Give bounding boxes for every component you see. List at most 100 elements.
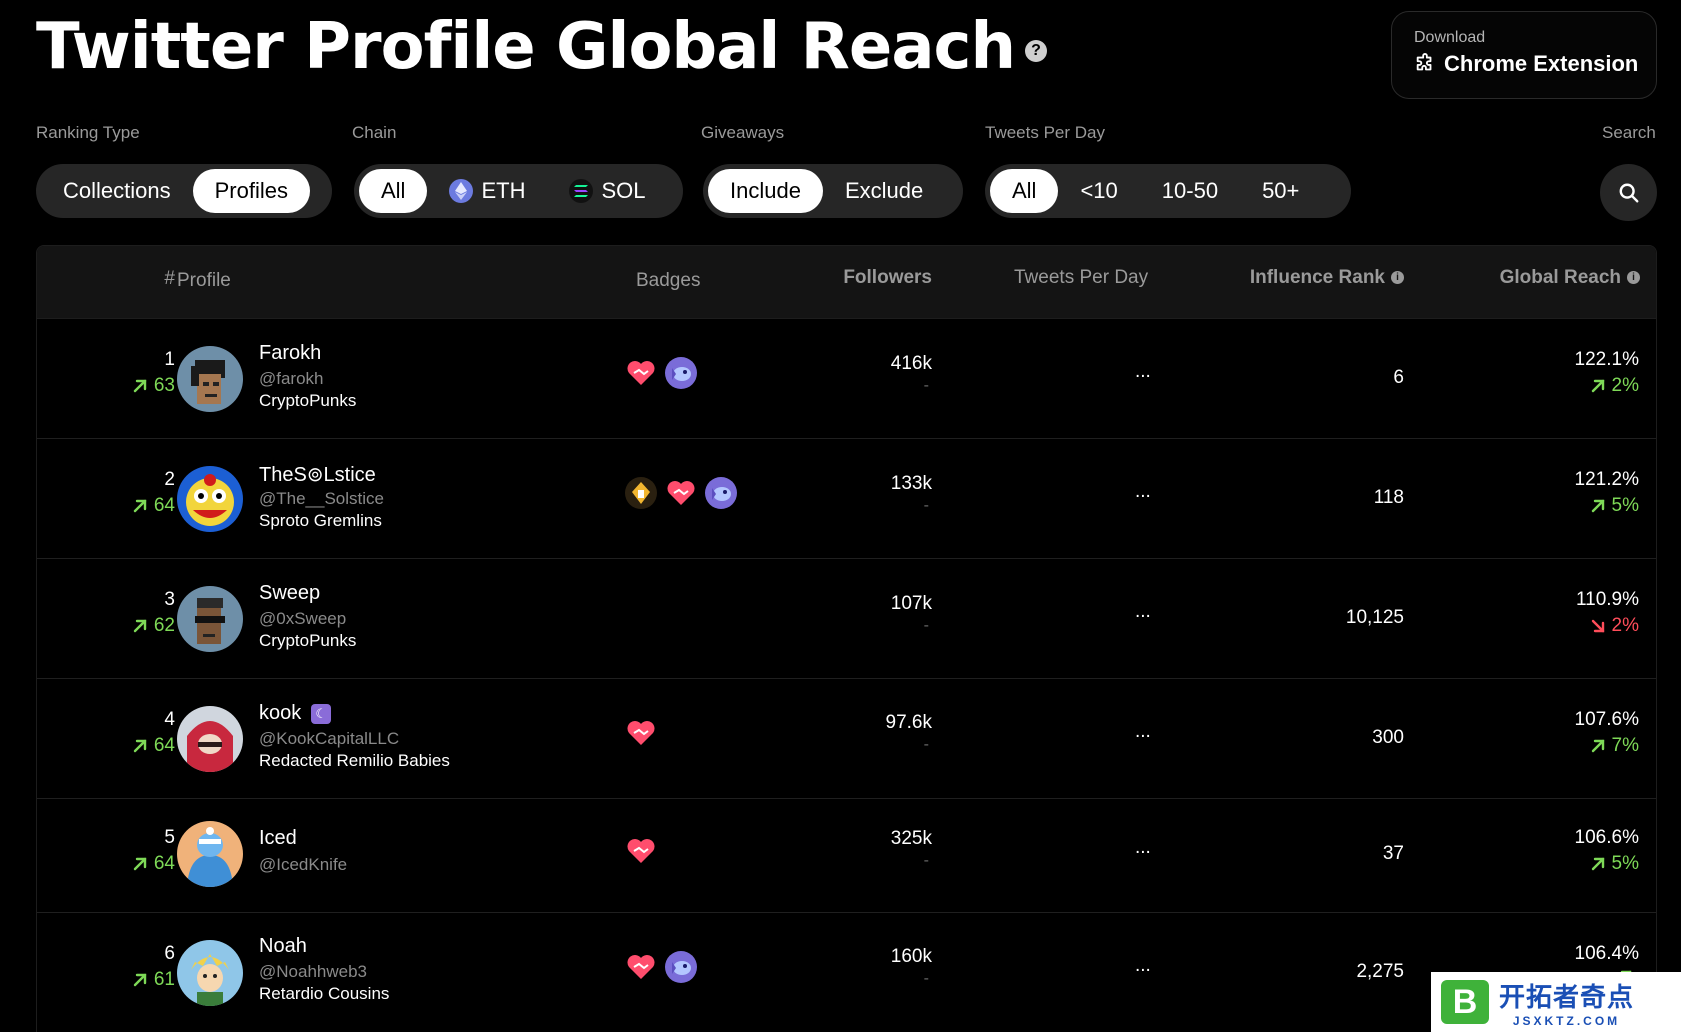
info-icon[interactable]: i	[1627, 271, 1640, 284]
pill-profiles[interactable]: Profiles	[192, 169, 310, 213]
avatar[interactable]	[177, 346, 243, 412]
pill-exclude[interactable]: Exclude	[823, 169, 945, 213]
tweets-per-day-value: ...	[1135, 601, 1151, 622]
profile-collection[interactable]: CryptoPunks	[259, 391, 356, 411]
avatar[interactable]	[177, 466, 243, 532]
followers-count: 416k	[890, 353, 932, 374]
col-badges: Badges	[636, 270, 701, 291]
profile-handle[interactable]: @IcedKnife	[259, 855, 347, 875]
profile-handle[interactable]: @KookCapitalLLC	[259, 729, 399, 749]
pill-tpd-under-10[interactable]: <10	[1058, 169, 1139, 213]
col-tweets-per-day[interactable]: Tweets Per Day	[1014, 267, 1148, 289]
followers-change: -	[923, 617, 929, 634]
avatar[interactable]	[177, 706, 243, 772]
profile-handle[interactable]: @The__Solstice	[259, 489, 384, 509]
ranking-type-label: Ranking Type	[36, 123, 140, 142]
purple-fish-icon[interactable]	[665, 951, 697, 983]
followers-count: 97.6k	[885, 712, 932, 733]
avatar[interactable]	[177, 821, 243, 887]
ethereum-icon	[449, 179, 474, 203]
profile-collection[interactable]: Redacted Remilio Babies	[259, 751, 450, 771]
info-icon[interactable]: i	[1391, 271, 1404, 284]
global-reach-value: 121.2%	[1574, 469, 1639, 490]
profile-handle[interactable]: @Noahhweb3	[259, 962, 367, 982]
profile-name[interactable]: Iced	[259, 827, 297, 850]
chrome-extension-button[interactable]: Download Chrome Extension	[1391, 11, 1657, 99]
arrow-up-right-icon	[133, 619, 147, 633]
extension-download-label: Download	[1414, 29, 1486, 46]
col-rank[interactable]: #	[164, 268, 175, 290]
handshake-heart-icon[interactable]	[625, 951, 657, 983]
global-reach-delta: 2%	[1590, 615, 1639, 637]
rank-delta: 64	[132, 735, 175, 757]
profile-handle[interactable]: @0xSweep	[259, 609, 346, 629]
eth-label: ETH	[481, 178, 526, 203]
global-reach-value: 122.1%	[1574, 349, 1639, 370]
influence-rank-value: 37	[1382, 843, 1404, 864]
question-circle-icon[interactable]: ?	[1025, 40, 1047, 62]
profile-handle[interactable]: @farokh	[259, 369, 324, 389]
col-global-reach[interactable]: Global Reach i	[1500, 267, 1640, 289]
purple-fish-icon[interactable]	[705, 477, 737, 509]
profile-name-text: kook	[259, 702, 302, 724]
pill-tpd-10-50[interactable]: 10-50	[1140, 169, 1240, 213]
rank-delta: 64	[132, 853, 175, 875]
badge-list	[625, 717, 665, 749]
influence-rank-value: 300	[1372, 727, 1404, 748]
profile-collection[interactable]: CryptoPunks	[259, 631, 356, 651]
badge-list	[625, 357, 705, 389]
pill-chain-eth[interactable]: ETH	[427, 169, 547, 213]
pill-tpd-all[interactable]: All	[990, 169, 1059, 213]
table-row[interactable]: 1 63 Farokh @farokh CryptoPunks 416k - .…	[37, 319, 1656, 439]
profile-collection[interactable]: Retardio Cousins	[259, 984, 389, 1004]
tweets-per-day-value: ...	[1135, 361, 1151, 382]
handshake-heart-icon[interactable]	[625, 717, 657, 749]
handshake-heart-icon[interactable]	[625, 357, 657, 389]
profile-name[interactable]: kook ☾	[259, 702, 332, 725]
avatar[interactable]	[177, 940, 243, 1006]
pill-chain-sol[interactable]: SOL	[547, 169, 667, 213]
profile-name[interactable]: Noah	[259, 935, 307, 958]
table-row[interactable]: 6 61 Noah @Noahhweb3 Retardio Cousins 16…	[37, 913, 1656, 1032]
table-row[interactable]: 5 64 Iced @IcedKnife 325k - ... 37 106.6…	[37, 799, 1656, 913]
avatar[interactable]	[177, 586, 243, 652]
chain-toggle: All ETH SOL	[354, 164, 683, 218]
giveaways-toggle: Include Exclude	[703, 164, 963, 218]
pill-chain-all[interactable]: All	[359, 169, 428, 213]
rank-delta-value: 62	[153, 615, 175, 636]
global-reach-value: 110.9%	[1575, 589, 1639, 610]
global-reach-value: 107.6%	[1574, 709, 1639, 730]
profile-name[interactable]: Farokh	[259, 342, 321, 365]
golden-bird-icon[interactable]	[625, 477, 657, 509]
col-followers[interactable]: Followers	[843, 267, 932, 289]
pill-tpd-50-plus[interactable]: 50+	[1240, 169, 1321, 213]
influence-rank-value: 118	[1373, 487, 1404, 508]
purple-fish-icon[interactable]	[665, 357, 697, 389]
pill-include[interactable]: Include	[708, 169, 823, 213]
profile-name[interactable]: TheS⊚Lstice	[259, 462, 376, 487]
moon-badge-icon: ☾	[311, 703, 332, 724]
sol-label: SOL	[601, 178, 646, 203]
rank-delta-value: 61	[153, 969, 175, 990]
rank-number: 1	[164, 349, 175, 370]
badge-list	[625, 477, 745, 509]
search-button[interactable]	[1600, 164, 1657, 221]
col-influence-rank[interactable]: Influence Rank i	[1250, 267, 1404, 289]
handshake-heart-icon[interactable]	[625, 835, 657, 867]
influence-rank-value: 2,275	[1356, 961, 1404, 982]
profile-name[interactable]: Sweep	[259, 582, 320, 605]
global-reach-delta-value: 5%	[1611, 495, 1639, 516]
global-reach-value: 106.6%	[1574, 827, 1639, 848]
rank-delta: 64	[132, 495, 175, 517]
followers-change: -	[923, 970, 929, 987]
search-icon	[1619, 183, 1638, 202]
arrow-up-right-icon	[133, 857, 147, 871]
rank-delta: 61	[132, 969, 175, 991]
pill-collections[interactable]: Collections	[41, 169, 193, 213]
handshake-heart-icon[interactable]	[665, 477, 697, 509]
table-row[interactable]: 2 64 TheS⊚Lstice @The__Solstice Sproto G…	[37, 439, 1656, 559]
table-row[interactable]: 4 64 kook ☾ @KookCapitalLLC Redacted Rem…	[37, 679, 1656, 799]
profile-collection[interactable]: Sproto Gremlins	[259, 511, 382, 531]
table-row[interactable]: 3 62 Sweep @0xSweep CryptoPunks 107k - .…	[37, 559, 1656, 679]
rank-number: 5	[164, 827, 175, 848]
